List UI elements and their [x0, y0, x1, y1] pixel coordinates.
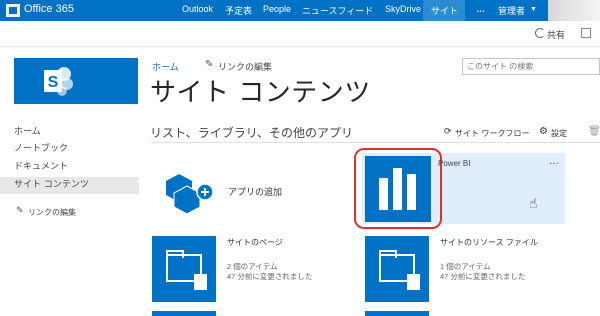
sidebar-item-site-contents[interactable]: サイト コンテンツ: [0, 177, 139, 194]
svg-text:S: S: [48, 74, 59, 91]
sidebar-item-documents[interactable]: ドキュメント: [0, 159, 139, 176]
office365-logo-icon[interactable]: [6, 4, 20, 17]
share-icon[interactable]: [535, 28, 545, 38]
sharepoint-logo-icon: S: [44, 67, 73, 96]
brand-label[interactable]: Office 365: [24, 3, 74, 15]
search-input[interactable]: [462, 58, 600, 75]
partial-tile[interactable]: [365, 311, 429, 316]
workflow-icon[interactable]: ⟳: [444, 127, 452, 137]
settings-link[interactable]: 設定: [551, 128, 567, 139]
nav-skydrive[interactable]: SkyDrive: [385, 4, 421, 14]
recycle-bin-icon[interactable]: 🗑: [588, 126, 600, 137]
pencil-icon[interactable]: ✎: [205, 59, 213, 70]
partial-tile[interactable]: [152, 311, 216, 316]
nav-sites[interactable]: サイト: [431, 4, 458, 17]
divider: [150, 142, 600, 143]
add-app-icon[interactable]: [165, 168, 215, 218]
sidebar-item-notebook[interactable]: ノートブック: [0, 141, 139, 158]
nav-people[interactable]: People: [263, 4, 291, 14]
add-app-label[interactable]: アプリの追加: [228, 185, 282, 198]
site-assets-icon[interactable]: [365, 236, 429, 302]
pencil-icon[interactable]: ✎: [16, 206, 24, 216]
chevron-down-icon[interactable]: ▼: [530, 6, 537, 13]
nav-more-icon[interactable]: …: [476, 4, 485, 14]
avatar[interactable]: [548, 0, 600, 21]
site-pages-icon[interactable]: [152, 236, 216, 302]
site-assets-title[interactable]: サイトのリソース ファイル: [440, 237, 538, 248]
share-button[interactable]: 共有: [547, 28, 565, 41]
highlight-annotation: [354, 148, 442, 229]
nav-newsfeed[interactable]: ニュースフィード: [302, 4, 373, 17]
tile-menu-icon[interactable]: …: [549, 156, 560, 167]
focus-mode-icon[interactable]: [581, 28, 591, 38]
power-bi-title[interactable]: Power BI: [438, 159, 470, 168]
site-pages-modified: 47 分前に変更されました: [227, 272, 313, 281]
site-assets-count: 1 個のアイテム: [440, 262, 491, 271]
nav-admin[interactable]: 管理者: [498, 4, 525, 17]
document-icon: [407, 274, 420, 290]
page-title: サイト コンテンツ: [150, 78, 371, 108]
document-icon: [194, 274, 207, 290]
site-assets-modified: 47 分前に変更されました: [440, 272, 526, 281]
site-logo[interactable]: S: [14, 58, 138, 104]
site-pages-title[interactable]: サイトのページ: [227, 237, 283, 248]
section-heading: リスト、ライブラリ、その他のアプリ: [150, 126, 354, 140]
site-pages-count: 2 個のアイテム: [227, 262, 278, 271]
nav-calendar[interactable]: 予定表: [225, 4, 252, 17]
divider: [0, 46, 600, 47]
sidebar-item-home[interactable]: ホーム: [0, 124, 139, 141]
site-workflows-link[interactable]: サイト ワークフロー: [455, 128, 530, 139]
hand-cursor-icon: ☝: [529, 196, 538, 212]
nav-outlook[interactable]: Outlook: [182, 4, 213, 14]
gear-icon[interactable]: ⚙: [539, 126, 548, 137]
sidebar-edit-links[interactable]: リンクの編集: [28, 207, 76, 218]
